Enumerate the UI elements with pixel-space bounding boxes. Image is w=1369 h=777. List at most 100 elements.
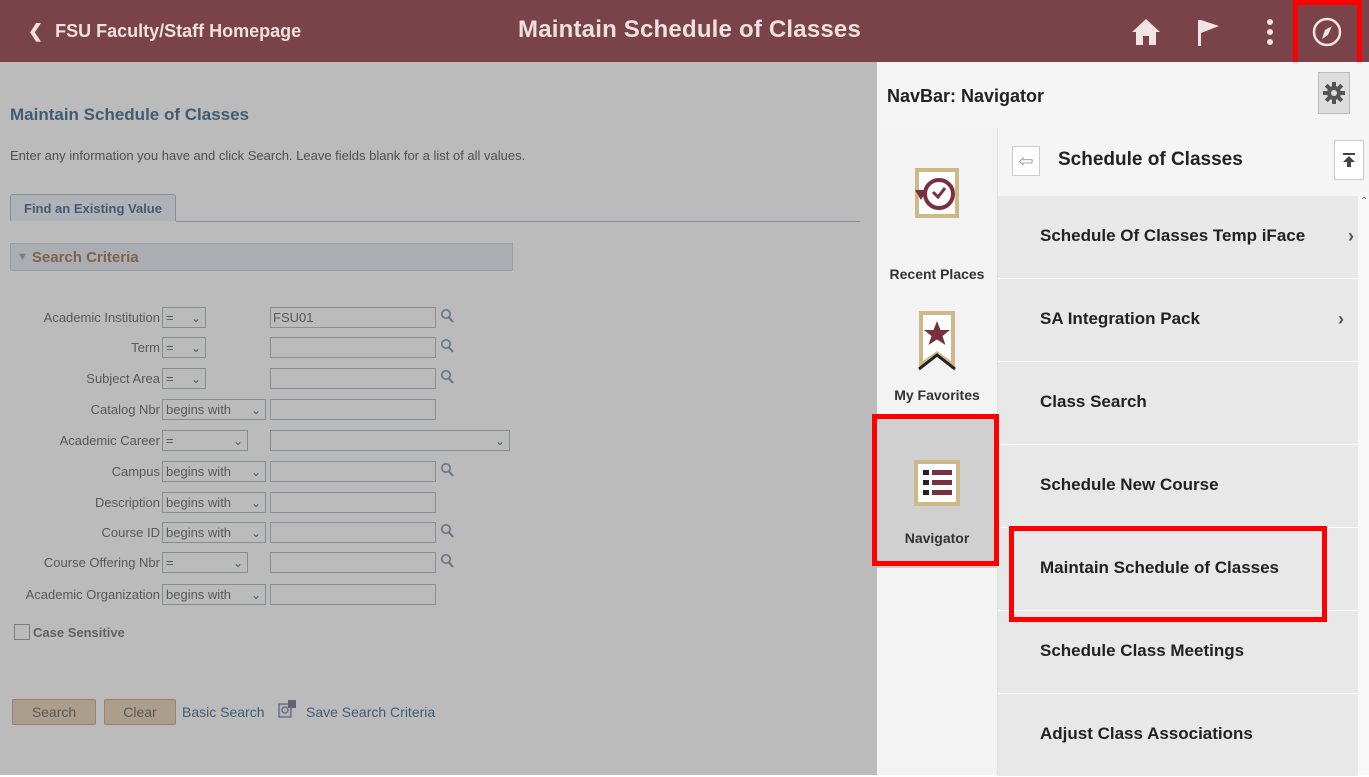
tab-find-existing-value[interactable]: Find an Existing Value xyxy=(10,194,176,221)
nav-item-maintain-schedule-of-classes[interactable]: Maintain Schedule of Classes xyxy=(998,528,1358,611)
navigator-scrollbar[interactable]: ⌃ xyxy=(1358,196,1369,775)
navigator-list-icon xyxy=(914,460,960,506)
field-label: Academic Career xyxy=(59,433,160,448)
operator-value: = xyxy=(166,371,174,386)
case-sensitive-option[interactable]: Case Sensitive xyxy=(14,624,125,640)
dropdown-arrow-icon: ⌄ xyxy=(232,556,243,570)
field-row-description: Description begins with ⌄ xyxy=(0,491,520,515)
save-search-icon[interactable] xyxy=(277,699,297,719)
navigator-label: Navigator xyxy=(904,530,970,546)
operator-select[interactable]: = ⌄ xyxy=(162,430,248,451)
field-row-subject-area: Subject Area = ⌄ xyxy=(0,367,520,391)
operator-value: begins with xyxy=(166,587,232,602)
field-label: Academic Organization xyxy=(25,587,160,602)
navbar-settings-button[interactable] xyxy=(1318,72,1350,114)
academic-career-select[interactable]: ⌄ xyxy=(270,430,510,451)
dropdown-arrow-icon: ⌄ xyxy=(190,341,201,355)
nav-item-schedule-new-course[interactable]: Schedule New Course xyxy=(998,445,1358,528)
clear-button[interactable]: Clear xyxy=(104,699,176,725)
lookup-magnifier-icon[interactable] xyxy=(440,462,454,478)
operator-select[interactable]: = ⌄ xyxy=(162,307,206,328)
recent-places-label: Recent Places xyxy=(889,266,985,282)
value-input[interactable] xyxy=(270,522,436,543)
operator-select[interactable]: begins with ⌄ xyxy=(162,522,266,543)
lookup-magnifier-icon[interactable] xyxy=(440,523,454,539)
dropdown-arrow-icon: ⌄ xyxy=(250,465,261,479)
lookup-magnifier-icon[interactable] xyxy=(440,369,454,385)
field-row-term: Term = ⌄ xyxy=(0,336,520,360)
flag-icon[interactable] xyxy=(1191,15,1225,49)
field-row-course-offering-nbr: Course Offering Nbr = ⌄ xyxy=(0,551,520,575)
value-input[interactable] xyxy=(270,368,436,389)
value-input[interactable] xyxy=(270,492,436,513)
nav-item-sa-integration-pack[interactable]: SA Integration Pack › xyxy=(998,279,1358,362)
home-icon[interactable] xyxy=(1129,15,1163,49)
operator-select[interactable]: begins with ⌄ xyxy=(162,399,266,420)
value-input[interactable] xyxy=(270,552,436,573)
navigator-top-button[interactable] xyxy=(1334,140,1364,180)
nav-item-label: Schedule New Course xyxy=(1040,475,1219,494)
search-button[interactable]: Search xyxy=(12,699,96,725)
side-my-favorites[interactable]: My Favorites xyxy=(877,303,997,423)
value-input[interactable]: FSU01 xyxy=(270,307,436,328)
search-criteria-label: Search Criteria xyxy=(31,248,139,266)
nav-item-adjust-class-associations[interactable]: Adjust Class Associations xyxy=(998,694,1358,777)
field-label: Term xyxy=(131,340,160,355)
lookup-magnifier-icon[interactable] xyxy=(440,308,454,324)
case-sensitive-checkbox[interactable] xyxy=(14,624,30,640)
nav-item-label: SA Integration Pack xyxy=(1040,309,1200,328)
nav-item-schedule-of-classes-temp-iface[interactable]: Schedule Of Classes Temp iFace › xyxy=(998,196,1358,279)
navigator-folder-title: Schedule of Classes xyxy=(1058,149,1243,170)
save-search-criteria-link[interactable]: Save Search Criteria xyxy=(306,704,435,720)
dropdown-arrow-icon: ⌄ xyxy=(250,496,261,510)
field-label: Course Offering Nbr xyxy=(43,555,160,570)
chevron-right-icon: › xyxy=(1338,309,1344,329)
field-row-academic-institution: Academic Institution = ⌄ FSU01 xyxy=(0,306,520,330)
basic-search-link[interactable]: Basic Search xyxy=(182,704,264,720)
page-header-title: Maintain Schedule of Classes xyxy=(518,16,862,43)
top-header: ❮ FSU Faculty/Staff Homepage Maintain Sc… xyxy=(0,0,1369,62)
navigator-back-button[interactable]: ⇦ xyxy=(1012,146,1040,176)
operator-select[interactable]: begins with ⌄ xyxy=(162,584,266,605)
lookup-magnifier-icon[interactable] xyxy=(440,338,454,354)
case-sensitive-label: Case Sensitive xyxy=(33,624,125,640)
tab-divider xyxy=(176,221,860,222)
value-input[interactable] xyxy=(270,399,436,420)
navbar-title: NavBar: Navigator xyxy=(887,86,1045,106)
side-navigator[interactable]: Navigator xyxy=(877,418,997,568)
gear-icon xyxy=(1323,82,1345,104)
nav-item-label: Class Search xyxy=(1040,392,1147,411)
navbar-header: NavBar: Navigator xyxy=(877,62,1369,129)
operator-value: = xyxy=(166,340,174,355)
operator-select[interactable]: = ⌄ xyxy=(162,552,248,573)
field-label: Catalog Nbr xyxy=(90,402,160,417)
arrow-left-icon: ⇦ xyxy=(1018,150,1034,171)
operator-value: = xyxy=(166,310,174,325)
scroll-up-icon[interactable]: ⌃ xyxy=(1360,196,1368,207)
page-title: Maintain Schedule of Classes xyxy=(10,105,250,124)
search-criteria-section[interactable]: ▼ Search Criteria xyxy=(10,243,513,271)
nav-item-class-search[interactable]: Class Search xyxy=(998,362,1358,445)
operator-value: begins with xyxy=(166,464,232,479)
value-input[interactable] xyxy=(270,337,436,358)
value-input[interactable] xyxy=(270,461,436,482)
field-label: Subject Area xyxy=(86,371,160,386)
field-label: Campus xyxy=(111,464,160,479)
more-vertical-icon[interactable] xyxy=(1253,15,1287,49)
field-row-academic-career: Academic Career = ⌄ ⌄ xyxy=(0,429,520,453)
operator-select[interactable]: begins with ⌄ xyxy=(162,492,266,513)
operator-select[interactable]: = ⌄ xyxy=(162,368,206,389)
back-to-homepage-link[interactable]: ❮ FSU Faculty/Staff Homepage xyxy=(28,21,301,42)
triangle-down-icon: ▼ xyxy=(17,251,28,263)
compass-icon[interactable] xyxy=(1310,15,1344,49)
nav-item-schedule-class-meetings[interactable]: Schedule Class Meetings xyxy=(998,611,1358,694)
dropdown-arrow-icon: ⌄ xyxy=(250,403,261,417)
operator-value: begins with xyxy=(166,525,232,540)
lookup-magnifier-icon[interactable] xyxy=(440,553,454,569)
operator-value: = xyxy=(166,433,174,448)
value-input[interactable] xyxy=(270,584,436,605)
chevron-left-icon: ❮ xyxy=(28,21,44,41)
operator-select[interactable]: begins with ⌄ xyxy=(162,461,266,482)
side-recent-places[interactable]: Recent Places xyxy=(877,158,997,288)
operator-select[interactable]: = ⌄ xyxy=(162,337,206,358)
